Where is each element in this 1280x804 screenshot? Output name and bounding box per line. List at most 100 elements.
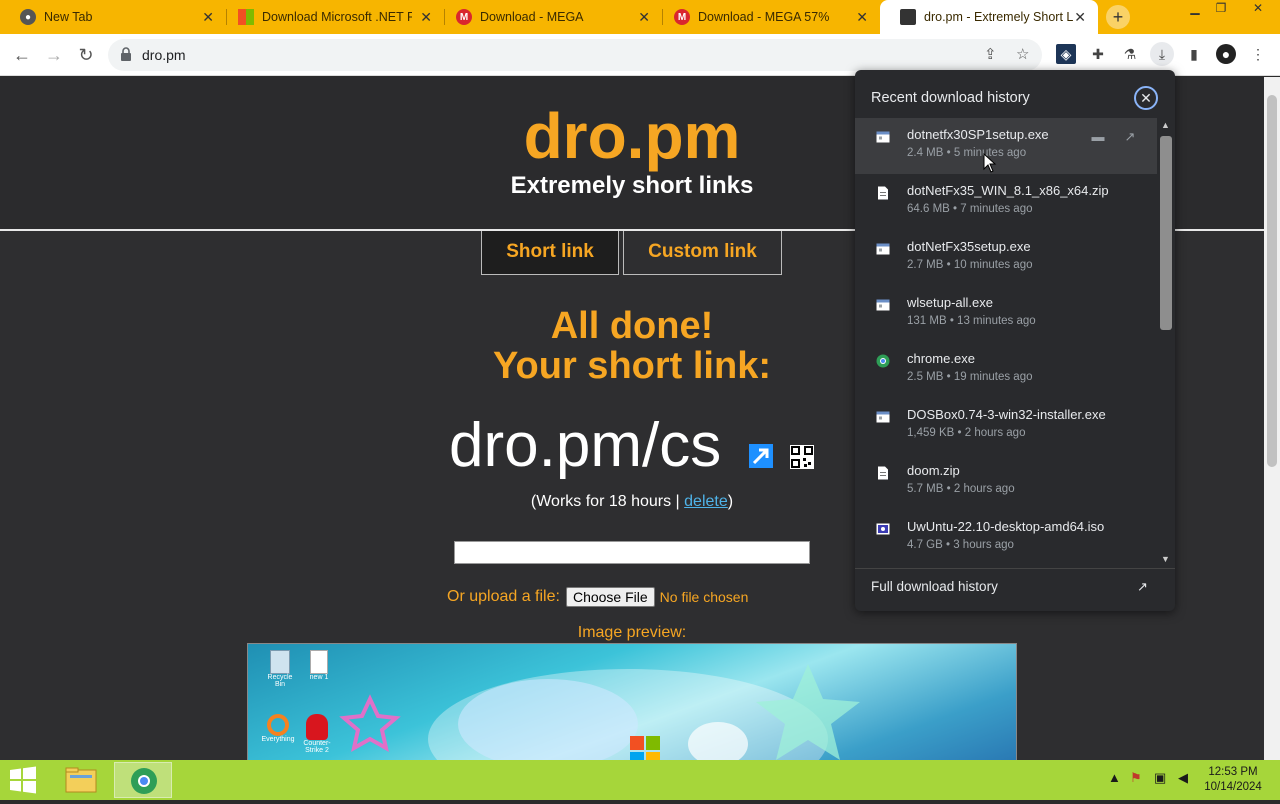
- tab-new-tab[interactable]: ● New Tab ✕: [0, 0, 226, 34]
- download-file-meta: 2.4 MB • 5 minutes ago: [907, 147, 1027, 159]
- tab-download-microsoft[interactable]: Download Microsoft .NET Fr ✕: [218, 0, 444, 34]
- open-link-icon[interactable]: [748, 443, 774, 469]
- desktop-icon-label: new 1: [309, 674, 329, 681]
- close-icon[interactable]: ✕: [1074, 9, 1086, 26]
- download-file-meta: 1,459 KB • 2 hours ago: [907, 427, 1026, 439]
- everything-icon: [267, 714, 289, 736]
- tab-download-mega-57[interactable]: M Download - MEGA 57% ✕: [654, 0, 880, 34]
- mega-icon: M: [674, 9, 690, 25]
- download-item[interactable]: dotnetfx30SP1setup.exe 2.4 MB • 5 minute…: [855, 118, 1157, 174]
- close-icon[interactable]: ✕: [638, 9, 650, 26]
- chrome-taskbar-button[interactable]: [114, 762, 172, 798]
- short-link-text[interactable]: dro.pm/cs: [449, 410, 721, 481]
- download-item[interactable]: wlsetup-all.exe 131 MB • 13 minutes ago: [855, 286, 1157, 342]
- download-file-meta: 2.7 MB • 10 minutes ago: [907, 259, 1033, 271]
- close-icon[interactable]: ✕: [856, 9, 868, 26]
- download-list-scrollbar-thumb[interactable]: [1160, 136, 1172, 330]
- desktop-preview-art: [339, 664, 860, 760]
- profile-avatar-icon[interactable]: ●: [1216, 44, 1236, 64]
- close-icon[interactable]: ✕: [1134, 86, 1158, 110]
- download-item[interactable]: doom.zip 5.7 MB • 2 hours ago: [855, 454, 1157, 510]
- upload-label: Or upload a file:: [447, 588, 560, 605]
- folder-icon[interactable]: ▬: [1089, 128, 1107, 146]
- delete-link[interactable]: delete: [684, 493, 728, 510]
- expiry-text: (Works for 18 hours |: [530, 493, 685, 510]
- forward-icon[interactable]: →: [42, 43, 66, 67]
- restore-icon[interactable]: ❐: [1208, 0, 1234, 18]
- tab-title: Download - MEGA: [480, 10, 584, 24]
- volume-icon[interactable]: ◀: [1178, 770, 1188, 786]
- download-file-meta: 4.7 GB • 3 hours ago: [907, 539, 1014, 551]
- close-icon[interactable]: ✕: [420, 9, 432, 26]
- close-icon[interactable]: ✕: [202, 9, 214, 26]
- extension-icon[interactable]: ◈: [1056, 44, 1076, 64]
- reload-icon[interactable]: ↻: [74, 43, 98, 67]
- download-file-meta: 5.7 MB • 2 hours ago: [907, 483, 1015, 495]
- download-list-scrollbar[interactable]: ▲ ▼: [1157, 118, 1175, 568]
- tab-title: Download Microsoft .NET Fr: [262, 10, 412, 24]
- full-download-history-label[interactable]: Full download history: [871, 579, 998, 594]
- open-external-icon[interactable]: ↗: [1121, 128, 1139, 146]
- download-item[interactable]: DOSBox0.74-3-win32-installer.exe 1,459 K…: [855, 398, 1157, 454]
- download-file-name: dotnetfx30SP1setup.exe: [907, 127, 1049, 142]
- show-hidden-icons-icon[interactable]: ▲: [1108, 770, 1121, 785]
- desktop-icon-counter-strike: Counter-Strike 2: [298, 714, 336, 754]
- folder-icon: [65, 767, 97, 793]
- chrome-icon: ●: [20, 9, 36, 25]
- upload-row: Or upload a file: Choose File No file ch…: [447, 587, 748, 607]
- desktop-icon-recycle-bin: Recycle Bin: [262, 650, 298, 688]
- exe-icon: [876, 411, 890, 423]
- choose-file-button[interactable]: Choose File: [565, 587, 655, 607]
- full-download-history[interactable]: Full download history ↗: [855, 568, 1175, 611]
- tab-dropm[interactable]: dro.pm - Extremely Short Li ✕: [880, 0, 1098, 34]
- open-external-icon[interactable]: ↗: [1137, 579, 1153, 595]
- lock-icon[interactable]: [120, 47, 132, 61]
- scroll-down-icon[interactable]: ▼: [1161, 554, 1170, 564]
- link-textbox[interactable]: [454, 541, 810, 564]
- desktop-icon-new1: new 1: [304, 650, 334, 681]
- system-clock[interactable]: 12:53 PM 10/14/2024: [1198, 765, 1268, 795]
- tab-custom-link[interactable]: Custom link: [623, 231, 782, 275]
- network-icon[interactable]: ▣: [1154, 770, 1166, 786]
- tab-short-link[interactable]: Short link: [481, 231, 619, 275]
- scroll-up-icon[interactable]: ▲: [1161, 120, 1170, 130]
- file-explorer-button[interactable]: [52, 762, 110, 798]
- url-text[interactable]: dro.pm: [142, 47, 186, 63]
- page-scrollbar[interactable]: [1264, 77, 1280, 760]
- puzzle-icon[interactable]: ✚: [1088, 44, 1108, 64]
- menu-kebab-icon[interactable]: ⋮: [1248, 44, 1268, 64]
- download-item[interactable]: UwUntu-22.10-desktop-amd64.iso 4.7 GB • …: [855, 510, 1157, 566]
- side-panel-icon[interactable]: ▮: [1184, 44, 1204, 64]
- action-center-flag-icon[interactable]: ⚑: [1130, 770, 1142, 786]
- download-item[interactable]: chrome.exe 2.5 MB • 19 minutes ago: [855, 342, 1157, 398]
- download-icon[interactable]: ⤓: [1150, 42, 1174, 66]
- download-file-name: dotNetFx35_WIN_8.1_x86_x64.zip: [907, 183, 1109, 198]
- tab-title: dro.pm - Extremely Short Li: [924, 10, 1074, 24]
- share-icon[interactable]: ⇪: [984, 45, 997, 63]
- file-icon: [878, 466, 888, 480]
- tab-download-mega[interactable]: M Download - MEGA ✕: [436, 0, 662, 34]
- bookmark-star-icon[interactable]: ☆: [1016, 45, 1029, 63]
- download-item[interactable]: dotNetFx35setup.exe 2.7 MB • 10 minutes …: [855, 230, 1157, 286]
- download-file-name: wlsetup-all.exe: [907, 295, 993, 310]
- iso-icon: [876, 523, 890, 535]
- new-tab-button[interactable]: +: [1106, 5, 1130, 29]
- download-file-name: UwUntu-22.10-desktop-amd64.iso: [907, 519, 1105, 534]
- flask-icon[interactable]: ⚗: [1120, 44, 1140, 64]
- tab-strip: ● New Tab ✕ Download Microsoft .NET Fr ✕…: [0, 0, 1280, 34]
- chrome-icon: [131, 768, 157, 794]
- download-file-name: doom.zip: [907, 463, 960, 478]
- download-history-panel: Recent download history ✕ dotnetfx30SP1s…: [855, 70, 1175, 611]
- qr-code-icon[interactable]: [790, 445, 814, 469]
- back-icon[interactable]: ←: [10, 43, 34, 67]
- image-preview: Recycle Bin new 1 Everything Counter-Str…: [247, 643, 1017, 760]
- download-item[interactable]: dotNetFx35_WIN_8.1_x86_x64.zip 64.6 MB •…: [855, 174, 1157, 230]
- windows-start-icon[interactable]: [8, 766, 38, 794]
- page-scrollbar-thumb[interactable]: [1267, 95, 1277, 467]
- minimize-icon[interactable]: ▁: [1182, 0, 1208, 18]
- window-close-icon[interactable]: ✕: [1240, 0, 1276, 18]
- image-preview-label: Image preview:: [577, 624, 687, 641]
- download-file-name: dotNetFx35setup.exe: [907, 239, 1031, 254]
- clock-time: 12:53 PM: [1208, 766, 1258, 778]
- address-bar[interactable]: dro.pm ⇪ ☆: [108, 39, 1042, 71]
